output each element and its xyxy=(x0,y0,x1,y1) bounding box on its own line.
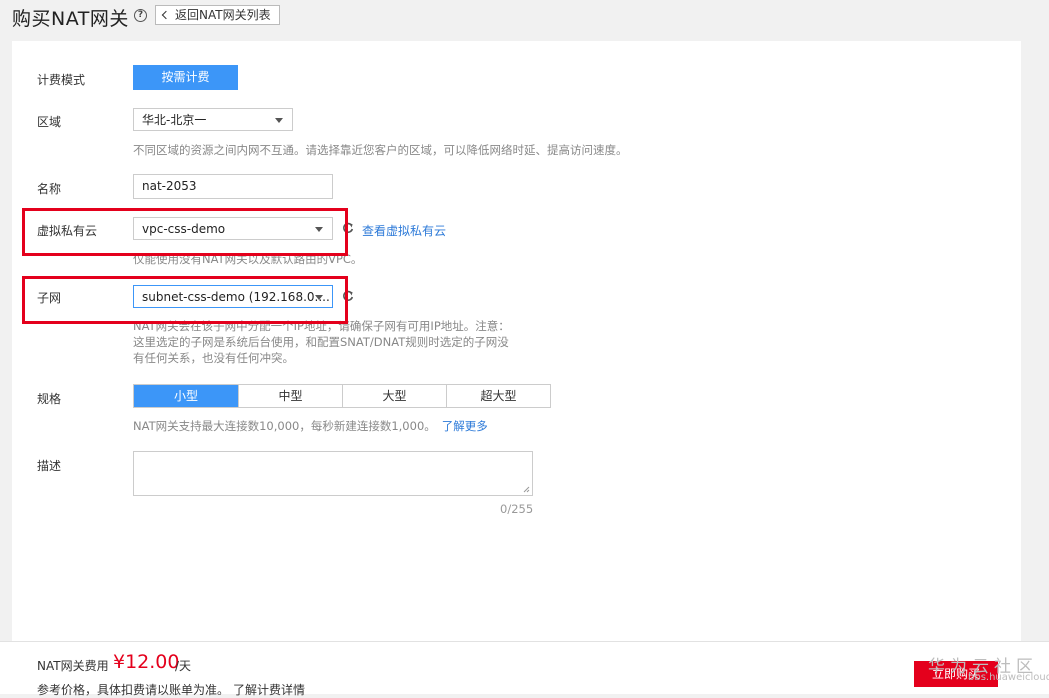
spec-label: 规格 xyxy=(37,392,62,406)
fee-amount: ¥12.00 xyxy=(113,651,180,673)
description-textarea[interactable] xyxy=(133,451,533,496)
region-hint: 不同区域的资源之间内网不互通。请选择靠近您客户的区域，可以降低网络时延、提高访问… xyxy=(133,143,628,157)
highlight-box-subnet xyxy=(22,276,348,324)
subnet-hint-line: 有任何关系，也没有任何冲突。 xyxy=(133,351,294,365)
fee-note-text: 参考价格，具体扣费请以账单为准。 xyxy=(37,683,230,697)
spec-option-large[interactable]: 大型 xyxy=(342,385,446,407)
spec-option-small[interactable]: 小型 xyxy=(134,385,238,407)
spec-option-xlarge[interactable]: 超大型 xyxy=(446,385,550,407)
region-select-value: 华北-北京一 xyxy=(142,113,207,127)
billing-details-link[interactable]: 了解计费详情 xyxy=(233,683,305,697)
billing-mode-label: 计费模式 xyxy=(37,73,86,87)
name-label: 名称 xyxy=(37,182,62,196)
view-vpc-link[interactable]: 查看虚拟私有云 xyxy=(362,222,446,239)
spec-segmented-control: 小型 中型 大型 超大型 xyxy=(133,384,551,408)
spec-hint: NAT网关支持最大连接数10,000，每秒新建连接数1,000。 了解更多 xyxy=(133,419,488,434)
footer-bar: NAT网关费用 ¥12.00 /天 参考价格，具体扣费请以账单为准。 了解计费详情 xyxy=(0,641,1049,697)
resize-handle-icon[interactable] xyxy=(523,486,530,493)
help-icon[interactable]: ? xyxy=(134,9,147,22)
subnet-hint-line: 这里选定的子网是系统后台使用，和配置SNAT/DNAT规则时选定的子网没 xyxy=(133,335,509,349)
spec-option-medium[interactable]: 中型 xyxy=(238,385,342,407)
fee-label: NAT网关费用 xyxy=(37,659,109,673)
region-label: 区域 xyxy=(37,115,62,129)
spec-hint-text: NAT网关支持最大连接数10,000，每秒新建连接数1,000。 xyxy=(133,419,436,433)
chevron-left-icon xyxy=(161,10,171,20)
learn-more-link[interactable]: 了解更多 xyxy=(442,419,488,433)
billing-mode-on-demand-button[interactable]: 按需计费 xyxy=(133,65,238,90)
description-char-counter: 0/255 xyxy=(500,502,534,516)
back-to-list-button[interactable]: 返回NAT网关列表 xyxy=(155,5,280,25)
watermark-url: bbs.huaweicloud.com xyxy=(968,672,1049,683)
fee-unit: /天 xyxy=(175,659,192,673)
fee-note: 参考价格，具体扣费请以账单为准。 了解计费详情 xyxy=(37,681,305,698)
region-select[interactable]: 华北-北京一 xyxy=(133,108,293,131)
name-input[interactable]: nat-2053 xyxy=(133,174,333,199)
back-button-label: 返回NAT网关列表 xyxy=(175,8,271,22)
page-title: 购买NAT网关 xyxy=(12,8,129,30)
chevron-down-icon xyxy=(275,118,283,123)
description-label: 描述 xyxy=(37,459,62,473)
page-header: 购买NAT网关 ? 返回NAT网关列表 xyxy=(0,0,1049,36)
highlight-box-vpc xyxy=(22,208,348,256)
